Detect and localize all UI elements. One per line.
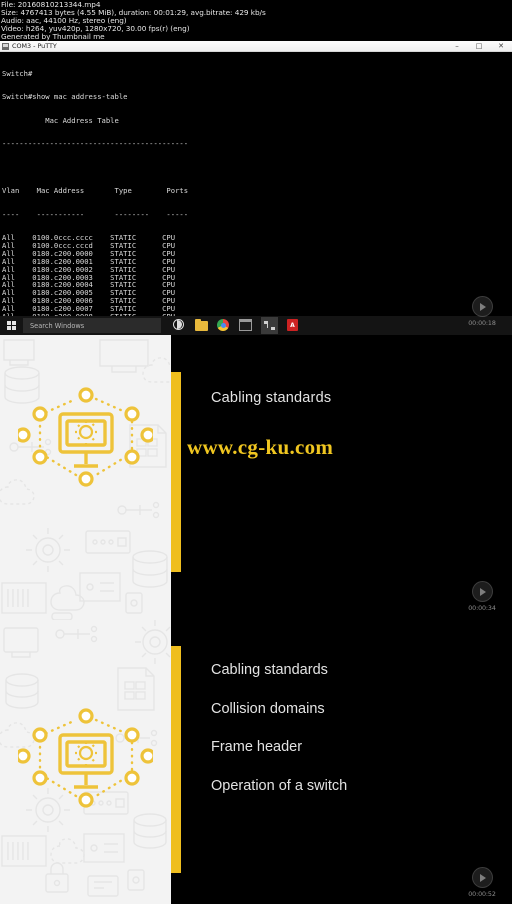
play-button-icon-1[interactable] [472, 296, 493, 317]
cortana-icon[interactable] [173, 319, 186, 332]
slide-decoration-panel [0, 335, 171, 620]
putty-taskbar-icon[interactable] [261, 317, 278, 334]
video-frame-1: Cabling standards www.cg-ku.com [0, 335, 512, 620]
putty-window-icon [2, 43, 9, 50]
slide-decoration-panel-2 [0, 620, 171, 904]
video-frame-2: Cabling standards Collision domains Frame … [0, 620, 512, 904]
windows-taskbar: Search Windows A [0, 316, 512, 335]
putty-window-title: COM3 - PuTTY [12, 42, 57, 50]
window-controls: – □ ✕ [446, 41, 512, 51]
timestamp-2: 00:00:34 [460, 605, 504, 612]
minimize-button[interactable]: – [446, 41, 468, 51]
video-info-header: File: 20160810213344.mp4 Size: 4767413 b… [0, 0, 512, 41]
close-button[interactable]: ✕ [490, 41, 512, 51]
slide-bullet-item: Cabling standards [211, 662, 347, 678]
play-button-icon-3[interactable] [472, 867, 493, 888]
slide-accent-bar [171, 372, 181, 572]
mac-table-header-rule: ---- ----------- -------- ----- [2, 211, 512, 219]
windows-logo-icon [7, 321, 16, 330]
mac-table-title-rule: ----------------------------------------… [2, 140, 512, 148]
timestamp-3: 00:00:52 [460, 891, 504, 898]
slide-2-content: Cabling standards Collision domains Frame … [181, 620, 512, 904]
mac-table-title: Mac Address Table [2, 117, 512, 125]
timestamp-1: 00:00:18 [460, 320, 504, 327]
pdf-reader-icon[interactable]: A [287, 319, 300, 332]
slide-2-bullet-list: Cabling standards Collision domains Frame … [211, 662, 347, 816]
terminal-prompt-line: Switch# [2, 70, 512, 78]
command-prompt-icon[interactable] [239, 319, 252, 332]
terminal-command-line: Switch#show mac address-table [2, 93, 512, 101]
maximize-button[interactable]: □ [468, 41, 490, 51]
slide-1-title: Cabling standards [211, 390, 331, 406]
slide-bullet-item: Frame header [211, 739, 347, 755]
mac-table-rows: All 0100.0ccc.cccc STATIC CPUAll 0100.0c… [2, 234, 512, 316]
play-overlay-2[interactable]: 00:00:34 [460, 581, 504, 612]
mac-table-headers: Vlan Mac Address Type Ports [2, 187, 512, 195]
play-button-icon-2[interactable] [472, 581, 493, 602]
screenshot-root: File: 20160810213344.mp4 Size: 4767413 b… [0, 0, 512, 904]
network-hero-graphic [18, 387, 153, 505]
start-button[interactable] [0, 316, 22, 335]
terminal-output[interactable]: Switch# Switch#show mac address-table Ma… [0, 52, 512, 316]
putty-window: COM3 - PuTTY – □ ✕ Switch# Switch#show m… [0, 41, 512, 316]
file-explorer-icon[interactable] [195, 319, 208, 332]
play-overlay-3[interactable]: 00:00:52 [460, 867, 504, 898]
network-hero-graphic-2 [18, 708, 153, 826]
play-overlay-1[interactable]: 00:00:18 [460, 296, 504, 327]
slide-bullet-item: Operation of a switch [211, 778, 347, 794]
slide-bullet-item: Collision domains [211, 701, 347, 717]
pdf-icon-label: A [290, 322, 295, 329]
chrome-icon[interactable] [217, 319, 230, 332]
watermark-text: www.cg-ku.com [187, 435, 333, 460]
search-placeholder-text: Search Windows [30, 322, 84, 330]
taskbar-icons: A [173, 317, 300, 334]
slide-1-content: Cabling standards www.cg-ku.com [181, 335, 512, 620]
putty-titlebar[interactable]: COM3 - PuTTY – □ ✕ [0, 41, 512, 52]
slide-accent-bar-2 [171, 646, 181, 873]
search-input[interactable]: Search Windows [23, 318, 161, 333]
